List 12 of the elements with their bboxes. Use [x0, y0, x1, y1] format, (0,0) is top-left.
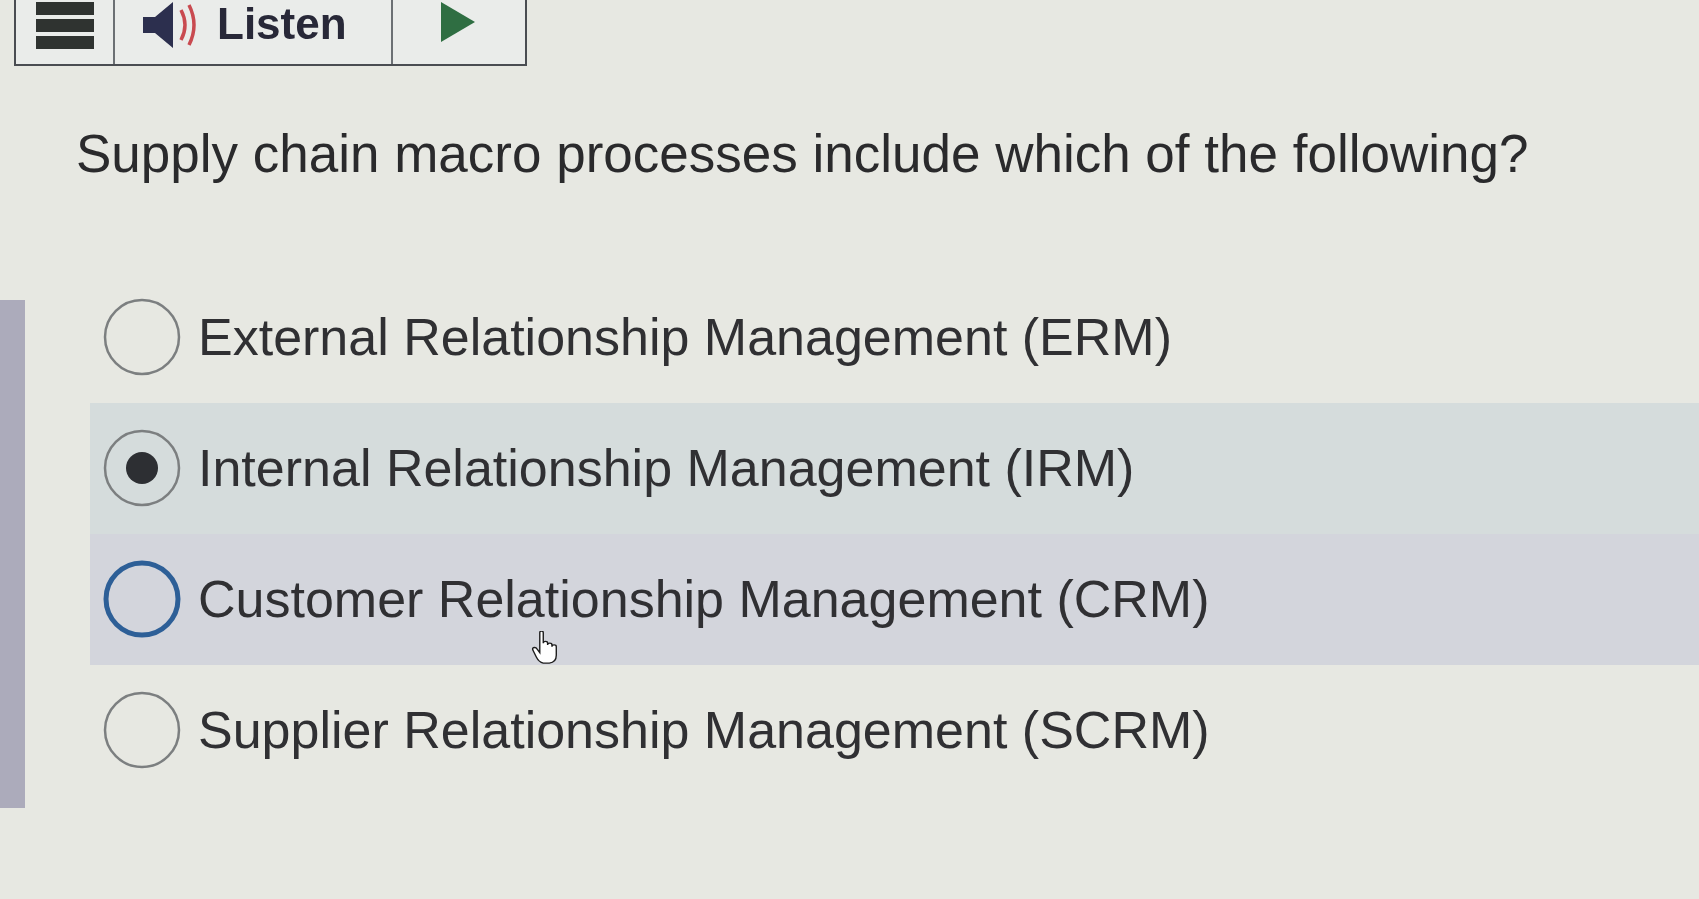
answer-option[interactable]: External Relationship Management (ERM): [90, 271, 1699, 403]
question-text: Supply chain macro processes include which of the following?: [76, 123, 1530, 185]
play-icon: [441, 2, 475, 42]
answer-option[interactable]: Supplier Relationship Management (SCRM): [90, 664, 1699, 796]
answer-option[interactable]: Customer Relationship Management (CRM): [90, 533, 1699, 665]
answer-option[interactable]: Internal Relationship Management (IRM): [90, 402, 1699, 534]
hand-cursor-icon: [530, 630, 560, 664]
radio-button[interactable]: [102, 297, 182, 378]
menu-icon: [35, 2, 94, 50]
radio-button[interactable]: [102, 428, 182, 509]
radio-button[interactable]: [102, 559, 182, 640]
radio-button[interactable]: [102, 690, 182, 771]
